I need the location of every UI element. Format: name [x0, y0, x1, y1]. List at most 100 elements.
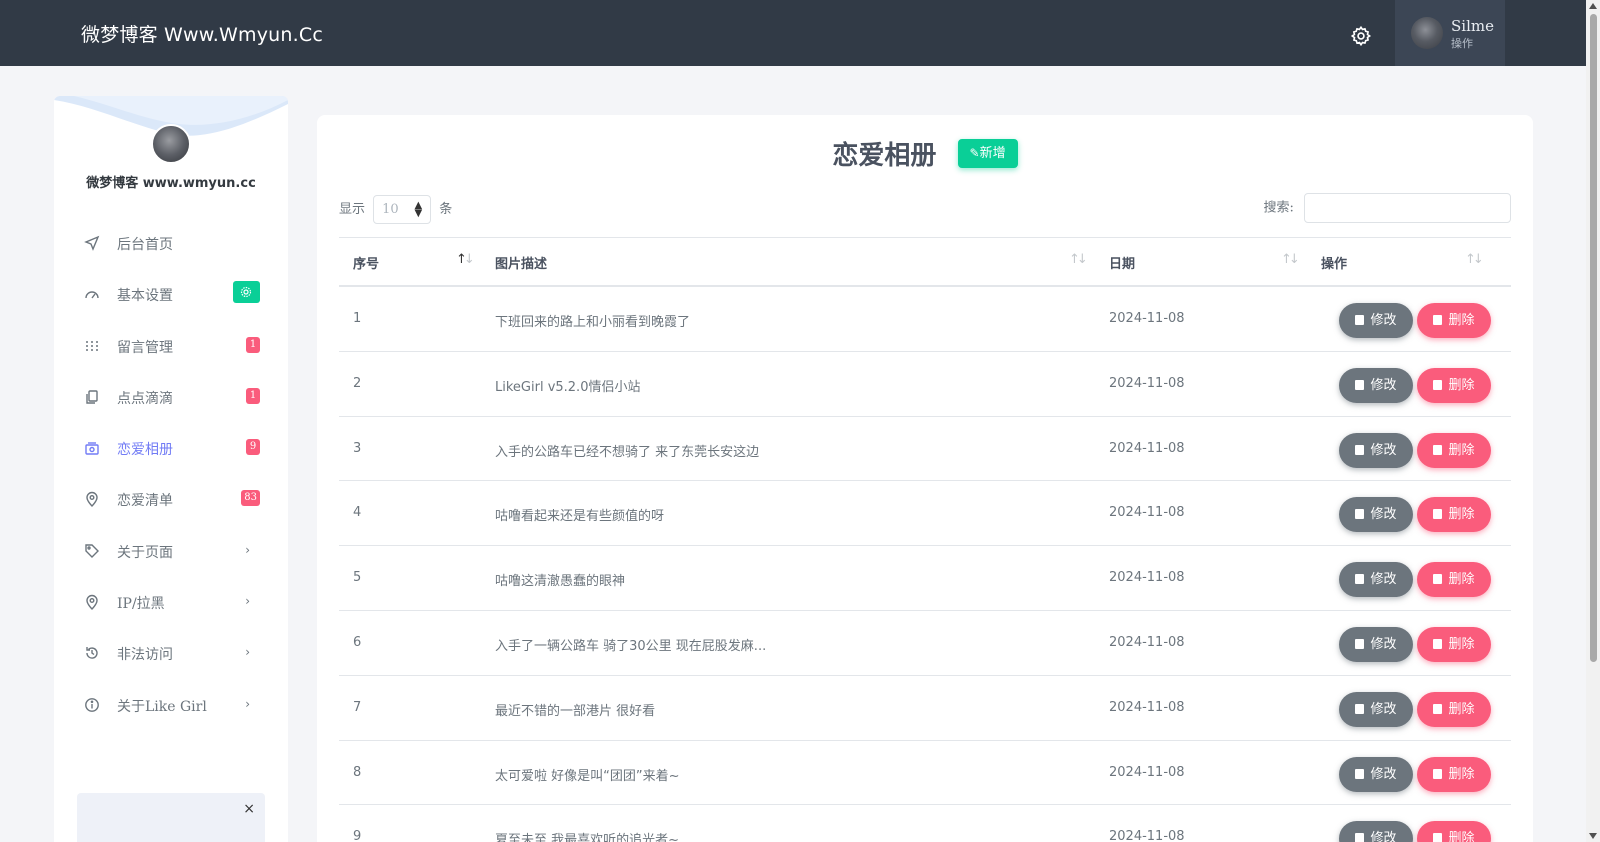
delete-button-label: 删除: [1448, 572, 1475, 588]
sidebar-item-love-list[interactable]: 恋爱清单 83: [54, 474, 288, 525]
gear-icon: [240, 287, 252, 298]
sidebar-item-album[interactable]: 恋爱相册 9: [54, 423, 288, 474]
sidebar-item-label: 非法访问: [117, 647, 173, 664]
column-header-date[interactable]: 日期: [1109, 253, 1135, 272]
delete-button-label: 删除: [1448, 442, 1475, 458]
brand-title[interactable]: 微梦博客 Www.Wmyun.Cc: [81, 20, 323, 47]
table-row: 5 咕噜这清澈愚蠢的眼神 2024-11-08 修改 删除: [339, 546, 1511, 611]
scroll-down-arrow-icon[interactable]: [1589, 833, 1597, 839]
sort-icon[interactable]: ↑↓: [456, 252, 475, 267]
table-row: 3 入手的公路车已经不想骑了 来了东莞长安这边 2024-11-08 修改 删除: [339, 417, 1511, 482]
user-menu[interactable]: Silme 操作: [1395, 0, 1505, 66]
sidebar-item-label: 后台首页: [117, 237, 173, 253]
info-icon: [85, 697, 99, 712]
edit-button-label: 修改: [1370, 766, 1397, 782]
gear-icon[interactable]: [1350, 25, 1372, 47]
row-number: 9: [353, 829, 362, 842]
delete-button[interactable]: 删除: [1417, 562, 1491, 598]
page-title: 恋爱相册: [832, 141, 937, 171]
avatar: [1411, 17, 1443, 49]
sort-icon[interactable]: ↑↓: [1465, 252, 1484, 267]
sidebar-item-illegal-access[interactable]: 非法访问 ›: [54, 628, 288, 679]
sidebar-item-about-likegirl[interactable]: 关于Like Girl ›: [54, 680, 288, 731]
row-number: 7: [353, 699, 362, 715]
sidebar-item-moments[interactable]: 点点滴滴 1: [54, 372, 288, 423]
table-row: 4 咕噜看起来还是有些颜值的呀 2024-11-08 修改 删除: [339, 481, 1511, 547]
search-control: 搜索:: [1263, 193, 1511, 223]
delete-button-label: 删除: [1448, 507, 1475, 523]
sidebar-item-messages[interactable]: 留言管理 1: [54, 321, 288, 372]
sidebar-item-ip-block[interactable]: IP/拉黑 ›: [54, 577, 288, 628]
column-header-actions[interactable]: 操作: [1321, 253, 1347, 272]
grid-icon: [86, 340, 98, 351]
delete-button[interactable]: 删除: [1417, 756, 1491, 792]
album-table: 序号 ↑↓ 图片描述 ↑↓ 日期 ↑↓ 操作 ↑↓ 1 下班回来的路上和小丽看到晚…: [339, 237, 1511, 842]
row-date: 2024-11-08: [1109, 440, 1185, 456]
edit-button[interactable]: 修改: [1339, 821, 1413, 842]
edit-button[interactable]: 修改: [1339, 303, 1413, 338]
count-badge: 1: [246, 336, 260, 353]
scroll-up-arrow-icon[interactable]: [1589, 3, 1597, 9]
delete-button-label: 删除: [1448, 636, 1475, 652]
row-description: LikeGirl v5.2.0情侣小站: [495, 379, 641, 395]
edit-button[interactable]: 修改: [1339, 367, 1413, 403]
sidebar-item-dashboard[interactable]: 后台首页: [54, 218, 288, 269]
trash-icon: [1433, 444, 1443, 455]
sidebar-item-label: 关于页面: [117, 544, 173, 561]
row-number: 6: [353, 634, 362, 650]
delete-button[interactable]: 删除: [1417, 432, 1491, 468]
edit-button[interactable]: 修改: [1339, 497, 1413, 533]
delete-button-label: 删除: [1448, 766, 1475, 782]
row-date: 2024-11-08: [1109, 570, 1185, 586]
search-input[interactable]: [1304, 193, 1511, 223]
row-date: 2024-11-08: [1109, 375, 1185, 391]
sidebar-item-about-page[interactable]: 关于页面 ›: [54, 526, 288, 577]
edit-button-label: 修改: [1370, 831, 1397, 842]
count-badge: 9: [246, 439, 260, 456]
scroll-thumb[interactable]: [1590, 14, 1597, 662]
column-header-description[interactable]: 图片描述: [495, 253, 547, 272]
delete-button[interactable]: 删除: [1417, 303, 1491, 338]
delete-button[interactable]: 删除: [1417, 367, 1491, 403]
top-navbar: 微梦博客 Www.Wmyun.Cc Silme 操作: [0, 0, 1586, 66]
row-description: 太可爱啦 好像是叫“团团”来着~: [495, 768, 680, 784]
page-length-select[interactable]: 10 ▲ ▼: [373, 195, 432, 224]
table-row: 6 入手了一辆公路车 骑了30公里 现在屁股发麻... 2024-11-08 修改 删除: [339, 611, 1511, 676]
send-icon: [84, 235, 100, 251]
table-row: 8 太可爱啦 好像是叫“团团”来着~ 2024-11-08 修改 删除: [339, 741, 1511, 806]
row-number: 8: [353, 764, 362, 780]
sort-icon[interactable]: ↑↓: [1069, 252, 1088, 267]
search-label: 搜索:: [1263, 200, 1294, 216]
column-header-no[interactable]: 序号: [353, 253, 379, 272]
settings-gear-badge: [233, 281, 260, 304]
row-number: 5: [353, 570, 362, 586]
delete-button[interactable]: 删除: [1417, 821, 1491, 842]
edit-button-label: 修改: [1370, 572, 1397, 588]
sidebar-site-name: 微梦博客 www.wmyun.cc: [86, 176, 256, 191]
clipboard-icon: [1355, 444, 1365, 455]
album-icon: [85, 442, 99, 455]
edit-button[interactable]: 修改: [1339, 691, 1413, 727]
sidebar-item-label: 基本设置: [117, 288, 173, 305]
page-scrollbar[interactable]: [1586, 0, 1600, 842]
add-button[interactable]: ✎新增: [957, 139, 1018, 168]
sort-icon[interactable]: ↑↓: [1281, 252, 1300, 267]
edit-button[interactable]: 修改: [1339, 756, 1413, 792]
show-prefix: 显示: [339, 202, 366, 217]
close-icon[interactable]: ×: [243, 801, 255, 817]
delete-button[interactable]: 删除: [1417, 497, 1491, 533]
trash-icon: [1433, 379, 1443, 390]
edit-button[interactable]: 修改: [1339, 562, 1413, 598]
edit-button[interactable]: 修改: [1339, 432, 1413, 468]
trash-icon: [1433, 768, 1443, 779]
row-description: 入手了一辆公路车 骑了30公里 现在屁股发麻...: [495, 638, 767, 654]
location-icon: [86, 594, 98, 611]
sidebar-item-settings[interactable]: 基本设置: [54, 269, 288, 320]
table-header: 序号 ↑↓ 图片描述 ↑↓ 日期 ↑↓ 操作 ↑↓: [339, 237, 1511, 287]
page-length-value: 10: [382, 202, 399, 217]
edit-button[interactable]: 修改: [1339, 626, 1413, 662]
delete-button[interactable]: 删除: [1417, 626, 1491, 662]
count-badge: 83: [241, 490, 260, 507]
delete-button-label: 删除: [1448, 313, 1475, 328]
delete-button[interactable]: 删除: [1417, 691, 1491, 727]
